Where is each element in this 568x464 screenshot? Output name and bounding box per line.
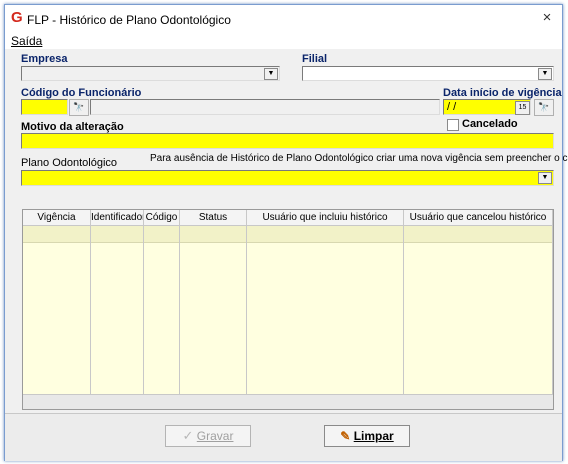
main-window: G FLP - Histórico de Plano Odontológico …: [4, 4, 568, 461]
column-header-vigencia[interactable]: Vigência: [23, 210, 91, 226]
title-bar: G FLP - Histórico de Plano Odontológico …: [5, 5, 562, 33]
window-title: FLP - Histórico de Plano Odontológico: [27, 13, 231, 27]
calendar-icon[interactable]: 15: [515, 101, 530, 115]
close-icon[interactable]: ×: [539, 9, 555, 27]
limpar-button[interactable]: ✎ Limpar: [324, 425, 410, 447]
gravar-label: Gravar: [196, 429, 234, 443]
limpar-label: Limpar: [353, 429, 394, 443]
menu-bar: Saída: [5, 33, 562, 49]
column-header-identificador[interactable]: Identificador: [91, 210, 144, 226]
motivo-input[interactable]: [21, 133, 554, 149]
grid-column-line: [23, 226, 91, 394]
app-logo-icon: G: [11, 9, 23, 26]
grid-column-line: [144, 226, 180, 394]
binoculars-icon[interactable]: 🔭: [534, 99, 554, 116]
plano-hint: Para ausência de Histórico de Plano Odon…: [150, 153, 568, 164]
motivo-label: Motivo da alteração: [21, 121, 124, 133]
plano-label: Plano Odontológico: [21, 157, 118, 169]
plano-select[interactable]: ▼: [21, 170, 554, 186]
codigo-funcionario-label: Código do Funcionário: [21, 87, 142, 99]
grid-column-line: [91, 226, 144, 394]
chevron-down-icon[interactable]: ▼: [538, 172, 552, 184]
data-inicio-input[interactable]: / / 15: [443, 99, 531, 115]
grid-column-line: [404, 226, 553, 394]
empresa-select[interactable]: ▼: [21, 66, 280, 81]
cancelado-label: Cancelado: [462, 118, 518, 130]
codigo-funcionario-input[interactable]: [21, 99, 68, 115]
grid-column-line: [180, 226, 247, 394]
column-header-codigo[interactable]: Código: [144, 210, 180, 226]
data-inicio-label: Data início de vigência: [443, 87, 562, 99]
filial-label: Filial: [302, 53, 328, 65]
history-grid[interactable]: Vigência Identificador Código Status Usu…: [22, 209, 554, 410]
grid-column-line: [247, 226, 404, 394]
chevron-down-icon[interactable]: ▼: [264, 68, 278, 80]
column-header-usuario-cancelou[interactable]: Usuário que cancelou histórico: [404, 210, 553, 226]
column-header-status[interactable]: Status: [180, 210, 247, 226]
column-header-usuario-incluiu[interactable]: Usuário que incluiu histórico: [247, 210, 404, 226]
empresa-label: Empresa: [21, 53, 68, 65]
button-panel: ✓ Gravar ✎ Limpar: [5, 413, 562, 461]
binoculars-icon[interactable]: 🔭: [69, 99, 89, 116]
funcionario-name-field: [90, 99, 440, 115]
check-icon: ✓: [182, 428, 194, 443]
data-inicio-value: / /: [447, 101, 457, 113]
eraser-icon: ✎: [340, 429, 351, 443]
menu-saida[interactable]: Saída: [11, 34, 42, 48]
chevron-down-icon[interactable]: ▼: [538, 68, 552, 80]
filial-select[interactable]: ▼: [302, 66, 554, 81]
gravar-button[interactable]: ✓ Gravar: [165, 425, 251, 447]
horizontal-scrollbar[interactable]: [23, 394, 553, 409]
cancelado-checkbox[interactable]: [447, 119, 459, 131]
